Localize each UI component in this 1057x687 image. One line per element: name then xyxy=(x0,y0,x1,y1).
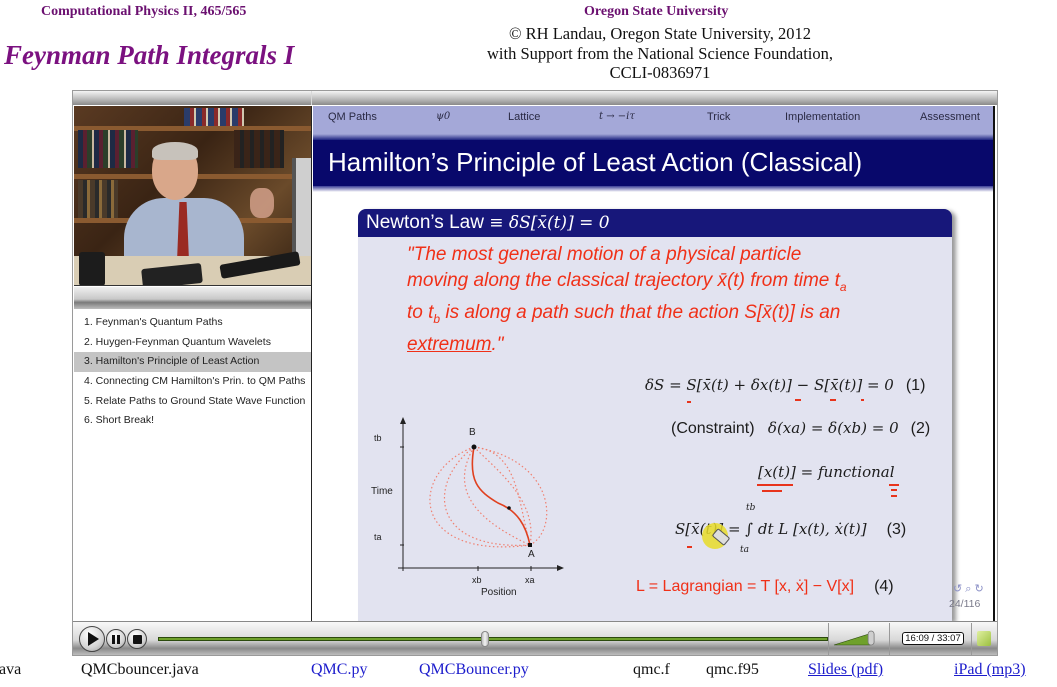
chapter-item[interactable]: 2. Huygen-Feynman Quantum Wavelets xyxy=(74,333,311,353)
fullscreen-button[interactable] xyxy=(977,631,991,646)
x-axis-arrow xyxy=(557,565,564,571)
university-name: Oregon State University xyxy=(584,4,729,19)
file-link[interactable]: ava xyxy=(0,661,21,679)
point-a xyxy=(528,543,532,547)
x-axis-label: Position xyxy=(481,587,517,598)
player-controls: 16:09 / 33:07 xyxy=(73,621,997,655)
volume-level xyxy=(833,633,871,646)
classical-path xyxy=(471,446,531,546)
beamer-nav-symbols[interactable]: ↺ ⌕ ↻ xyxy=(953,582,984,596)
file-link[interactable]: QMC.py xyxy=(311,661,367,679)
y-axis-arrow xyxy=(400,417,406,424)
quote-line: "The most general motion of a physical p… xyxy=(407,244,802,265)
equation-4: L = Lagrangian = T [x, ẋ] − V[x] (4) xyxy=(636,578,894,595)
nav-item[interactable]: Lattice xyxy=(508,111,540,123)
file-link[interactable]: qmc.f95 xyxy=(706,661,759,679)
x-tick-xa: xa xyxy=(525,575,535,585)
nav-item[interactable]: Trick xyxy=(707,111,730,123)
quote-line: extremum." xyxy=(407,334,504,356)
chapter-item-active[interactable]: 3. Hamilton's Principle of Least Action xyxy=(74,352,311,373)
pause-icon xyxy=(112,634,120,644)
alt-path xyxy=(473,446,548,546)
lecture-title: Feynman Path Integrals I xyxy=(4,40,295,70)
seek-bar[interactable] xyxy=(158,637,828,641)
credits-line: CCLI-0836971 xyxy=(609,63,711,82)
play-icon xyxy=(88,632,99,646)
file-link[interactable]: qmc.f xyxy=(633,661,670,679)
alt-path xyxy=(429,446,531,548)
file-link[interactable]: QMCBouncer.py xyxy=(419,661,529,679)
stop-button[interactable] xyxy=(127,629,147,649)
chapter-item[interactable]: 1. Feynman's Quantum Paths xyxy=(74,313,311,333)
time-display: 16:09 / 33:07 xyxy=(902,632,964,645)
seek-handle[interactable] xyxy=(480,631,489,647)
path-diagram: tb ta Time xb xa Position B A xyxy=(371,417,564,598)
presenter-video[interactable] xyxy=(74,106,311,286)
block-title: Newton’s Law ≡ δS[x̄(t)] = 0 xyxy=(358,209,952,237)
y-axis-label: Time xyxy=(371,486,393,497)
nav-item[interactable]: Assessment xyxy=(920,111,980,123)
volume-handle xyxy=(867,630,875,646)
file-link[interactable]: QMCbouncer.java xyxy=(81,661,199,679)
slide-nav: QM Paths ψ0 Lattice t → −iτ Trick Implem… xyxy=(313,106,993,140)
credits: © RH Landau, Oregon State University, 20… xyxy=(460,24,860,83)
equation-1: δS = S[x̄(t) + δx(t)] − S[x̄(t)] = 0 (1) xyxy=(645,376,926,394)
chapter-item[interactable]: 6. Short Break! xyxy=(74,411,311,431)
chapter-list: 1. Feynman's Quantum Paths 2. Huygen-Fey… xyxy=(74,313,311,431)
quote-line: to tb is along a path such that the acti… xyxy=(407,301,841,326)
block-title-math: ≡ δS[x̄(t)] = 0 xyxy=(489,213,610,233)
quote-line: moving along the classical trajectory x̄… xyxy=(407,269,847,294)
point-label-b: B xyxy=(469,427,476,438)
block-title-text: Newton’s Law xyxy=(366,212,484,233)
course-title: Computational Physics II, 465/565 xyxy=(41,4,247,19)
slide-page-number: 24/116 xyxy=(949,598,981,610)
equation-2: (Constraint) δ(xa) = δ(xb) = 0 (2) xyxy=(671,419,931,437)
volume-slider[interactable] xyxy=(832,630,880,646)
point-b xyxy=(471,444,477,450)
pause-button[interactable] xyxy=(106,629,126,649)
quote: "The most general motion of a physical p… xyxy=(407,242,947,358)
chapter-list-header xyxy=(74,287,311,309)
credits-line: © RH Landau, Oregon State University, 20… xyxy=(509,24,811,43)
file-links: ava QMCbouncer.java QMC.py QMCBouncer.py… xyxy=(0,661,1057,685)
chapter-item[interactable]: 4. Connecting CM Hamilton's Prin. to QM … xyxy=(74,372,311,392)
nav-item[interactable]: QM Paths xyxy=(328,111,377,123)
nav-item[interactable]: t → −iτ xyxy=(599,111,635,122)
slides-pdf-link[interactable]: Slides (pdf) xyxy=(808,661,883,679)
x-tick-xb: xb xyxy=(472,575,482,585)
y-tick-tb: tb xyxy=(374,433,382,443)
equation-functional: [x(t)] = functional xyxy=(758,463,895,481)
integral-lower-limit: ta xyxy=(740,545,749,555)
slide: QM Paths ψ0 Lattice t → −iτ Trick Implem… xyxy=(313,106,995,621)
video-player: 1. Feynman's Quantum Paths 2. Huygen-Fey… xyxy=(72,90,998,656)
ipad-mp3-link[interactable]: iPad (mp3) xyxy=(954,661,1026,679)
stop-icon xyxy=(132,634,142,644)
nav-item[interactable]: Implementation xyxy=(785,111,860,123)
slide-title: Hamilton’s Principle of Least Action (Cl… xyxy=(313,140,993,186)
extremum-word: extremum xyxy=(407,334,492,356)
integral-upper-limit: tb xyxy=(746,503,756,513)
chapter-item[interactable]: 5. Relate Paths to Ground State Wave Fun… xyxy=(74,392,311,412)
alt-path xyxy=(463,446,531,546)
nav-item[interactable]: ψ0 xyxy=(436,111,450,122)
y-tick-ta: ta xyxy=(374,532,382,542)
point-label-a: A xyxy=(528,549,535,560)
play-button[interactable] xyxy=(79,626,105,652)
path-midpoint xyxy=(507,506,511,510)
player-top-bar xyxy=(73,91,997,105)
credits-line: with Support from the National Science F… xyxy=(487,43,833,63)
